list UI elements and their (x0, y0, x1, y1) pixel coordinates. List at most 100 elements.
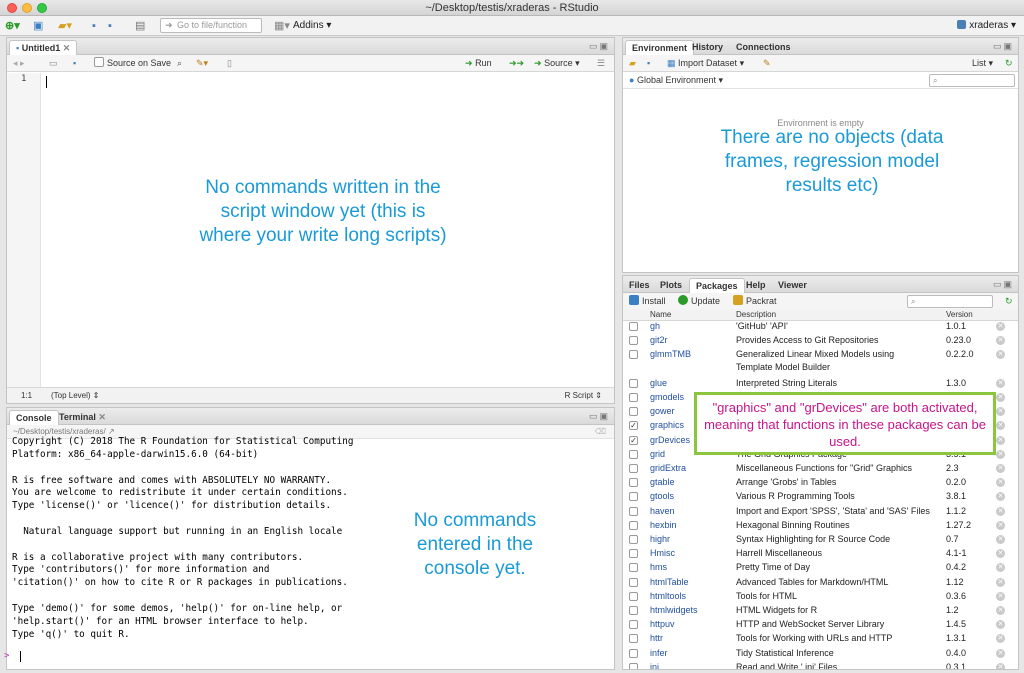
remove-package-icon[interactable]: ✕ (996, 591, 1005, 601)
table-row[interactable]: haven Import and Export 'SPSS', 'Stata' a… (623, 505, 1018, 519)
package-checkbox[interactable] (629, 591, 638, 601)
remove-package-icon[interactable]: ✕ (996, 520, 1005, 530)
remove-package-icon[interactable]: ✕ (996, 464, 1005, 473)
file-type-selector[interactable]: R Script ⇕ (565, 388, 602, 403)
package-name-link[interactable]: httpuv (650, 618, 675, 631)
list-view-selector[interactable]: List ▾ (972, 57, 993, 70)
package-checkbox[interactable] (629, 350, 638, 360)
tab-plots[interactable]: Plots (654, 278, 688, 293)
remove-package-icon[interactable]: ✕ (996, 577, 1005, 587)
tab-environment[interactable]: Environment (625, 40, 695, 55)
go-to-directory-icon[interactable]: ↗ (108, 427, 115, 436)
source-button[interactable]: ➜ Source ▾ (534, 57, 580, 70)
package-name-link[interactable]: grDevices (650, 434, 690, 447)
table-row[interactable]: hms Pretty Time of Day 0.4.2 ✕ (623, 561, 1018, 575)
broom-icon[interactable]: ✎ (763, 57, 771, 70)
package-name-link[interactable]: gh (650, 320, 660, 333)
close-terminal-icon[interactable]: ✕ (98, 412, 106, 422)
console-prompt[interactable]: > (4, 651, 9, 661)
package-name-link[interactable]: gridExtra (650, 462, 686, 475)
remove-package-icon[interactable]: ✕ (996, 350, 1005, 360)
tab-connections[interactable]: Connections (730, 40, 797, 55)
remove-package-icon[interactable]: ✕ (996, 435, 1005, 445)
package-name-link[interactable]: git2r (650, 334, 668, 347)
tab-packages[interactable]: Packages (689, 278, 745, 293)
table-row[interactable]: ini Read and Write '.ini' Files 0.3.1 ✕ (623, 661, 1018, 669)
console-window-buttons[interactable]: ▭▣ (589, 411, 610, 422)
table-row[interactable]: htmlTable Advanced Tables for Markdown/HT… (623, 576, 1018, 590)
package-checkbox[interactable] (629, 520, 638, 530)
environment-search-input[interactable]: ⌕ (929, 74, 1015, 87)
table-row[interactable]: infer Tidy Statistical Inference 0.4.0 ✕ (623, 647, 1018, 661)
package-name-link[interactable]: infer (650, 647, 668, 660)
package-checkbox[interactable] (629, 492, 638, 502)
new-file-icon[interactable]: ⊕▾ (5, 19, 20, 33)
table-row[interactable]: git2r Provides Access to Git Repositories… (623, 334, 1018, 348)
package-checkbox[interactable] (629, 634, 638, 644)
remove-package-icon[interactable]: ✕ (996, 407, 1005, 417)
remove-package-icon[interactable]: ✕ (996, 421, 1005, 431)
table-row[interactable]: gtools Various R Programming Tools 3.8.1 ✕ (623, 490, 1018, 504)
package-checkbox[interactable] (629, 449, 638, 459)
packages-search-input[interactable]: ⌕ (907, 295, 993, 308)
back-forward-icon[interactable]: ◂ ▸ (13, 57, 25, 70)
package-checkbox[interactable] (629, 563, 638, 573)
remove-package-icon[interactable]: ✕ (996, 563, 1005, 573)
tab-help[interactable]: Help (740, 278, 772, 293)
package-name-link[interactable]: htmlTable (650, 576, 689, 589)
remove-package-icon[interactable]: ✕ (996, 478, 1005, 488)
package-name-link[interactable]: glmmTMB (650, 348, 691, 361)
column-version[interactable]: Version (946, 309, 973, 320)
package-checkbox[interactable] (629, 606, 638, 615)
table-row[interactable]: gh 'GitHub' 'API' 1.0.1 ✕ (623, 320, 1018, 334)
save-workspace-icon[interactable]: ▪ (647, 57, 650, 70)
table-row[interactable]: hexbin Hexagonal Binning Routines 1.27.2 ✕ (623, 519, 1018, 533)
update-button[interactable]: Update (678, 295, 720, 308)
run-button[interactable]: ➜ Run (465, 57, 492, 70)
table-row[interactable]: htmlwidgets HTML Widgets for R 1.2 ✕ (623, 604, 1018, 618)
remove-package-icon[interactable]: ✕ (996, 535, 1005, 544)
package-checkbox[interactable] (629, 393, 638, 402)
package-name-link[interactable]: htmltools (650, 590, 686, 603)
refresh-packages-icon[interactable]: ↻ (1005, 295, 1013, 308)
remove-package-icon[interactable]: ✕ (996, 506, 1005, 516)
package-checkbox[interactable] (629, 549, 638, 559)
tab-files[interactable]: Files (623, 278, 656, 293)
package-name-link[interactable]: Hmisc (650, 547, 675, 560)
package-name-link[interactable]: hms (650, 561, 667, 574)
install-button[interactable]: Install (629, 295, 666, 308)
tab-console[interactable]: Console (9, 410, 59, 425)
remove-package-icon[interactable]: ✕ (996, 620, 1005, 630)
remove-package-icon[interactable]: ✕ (996, 449, 1005, 459)
pkgs-window-buttons[interactable]: ▭▣ (993, 279, 1014, 290)
package-name-link[interactable]: htmlwidgets (650, 604, 698, 617)
remove-package-icon[interactable]: ✕ (996, 549, 1005, 559)
remove-package-icon[interactable]: ✕ (996, 606, 1005, 615)
package-checkbox[interactable]: ✓ (629, 435, 638, 445)
env-window-buttons[interactable]: ▭▣ (993, 41, 1014, 52)
close-tab-icon[interactable]: ✕ (63, 43, 71, 53)
package-name-link[interactable]: glue (650, 377, 667, 390)
table-row[interactable]: gtable Arrange 'Grobs' in Tables 0.2.0 ✕ (623, 476, 1018, 490)
package-checkbox[interactable] (629, 378, 638, 388)
magic-wand-icon[interactable]: ✎▾ (196, 57, 208, 70)
scope-selector[interactable]: (Top Level) ⇕ (51, 388, 100, 403)
show-in-window-icon[interactable]: ▭ (49, 57, 58, 70)
package-name-link[interactable]: gtools (650, 490, 674, 503)
tab-terminal[interactable]: Terminal ✕ (53, 410, 112, 425)
save-script-icon[interactable]: ▪ (73, 57, 76, 70)
remove-package-icon[interactable]: ✕ (996, 378, 1005, 388)
goto-file-input[interactable]: ➜ Go to file/function (160, 18, 262, 33)
package-checkbox[interactable]: ✓ (629, 421, 638, 431)
new-project-icon[interactable]: ▣ (33, 19, 43, 33)
remove-package-icon[interactable]: ✕ (996, 322, 1005, 331)
table-row[interactable]: highr Syntax Highlighting for R Source Co… (623, 533, 1018, 547)
package-checkbox[interactable] (629, 577, 638, 587)
tab-history[interactable]: History (686, 40, 729, 55)
source-on-save-checkbox[interactable]: Source on Save (94, 57, 171, 70)
column-name[interactable]: Name (650, 309, 671, 320)
package-name-link[interactable]: gtable (650, 476, 675, 489)
remove-package-icon[interactable]: ✕ (996, 393, 1005, 402)
pane-layout-icon[interactable]: ▦▾ (274, 19, 290, 33)
open-file-icon[interactable]: ▰▾ (58, 19, 72, 33)
